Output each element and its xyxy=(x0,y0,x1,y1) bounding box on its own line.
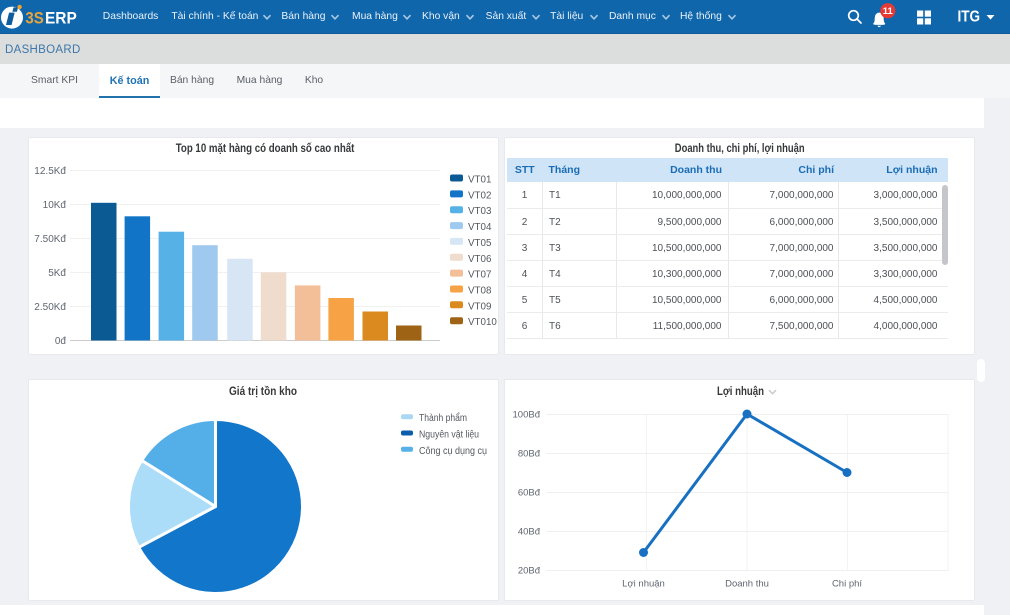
svg-text:20Bđ: 20Bđ xyxy=(518,566,541,577)
svg-text:VT01: VT01 xyxy=(468,175,491,186)
svg-text:VT08: VT08 xyxy=(468,286,492,297)
svg-text:12.5Kđ: 12.5Kđ xyxy=(34,166,66,177)
svg-text:80Bđ: 80Bđ xyxy=(518,449,541,460)
svg-text:5Kđ: 5Kđ xyxy=(48,268,66,279)
svg-text:Doanh thu, chi phí, lợi nhuận: Doanh thu, chi phí, lợi nhuận xyxy=(675,143,805,155)
svg-text:Thành phẩm: Thành phẩm xyxy=(419,412,467,424)
svg-text:Công cụ dụng cụ: Công cụ dụng cụ xyxy=(419,446,487,457)
svg-text:Lợi nhuận: Lợi nhuận xyxy=(717,386,764,398)
svg-text:ERP: ERP xyxy=(45,9,77,28)
svg-text:VT06: VT06 xyxy=(468,254,492,265)
svg-text:ITG: ITG xyxy=(958,9,981,26)
svg-text:VT09: VT09 xyxy=(468,301,491,312)
svg-text:40Bđ: 40Bđ xyxy=(518,527,541,538)
svg-text:60Bđ: 60Bđ xyxy=(518,488,541,499)
svg-text:Chi phí: Chi phí xyxy=(832,579,862,590)
svg-text:Lợi nhuận: Lợi nhuận xyxy=(622,579,665,590)
svg-text:100Bđ: 100Bđ xyxy=(513,410,541,421)
svg-text:VT07: VT07 xyxy=(468,270,491,281)
svg-text:Giá trị tồn kho: Giá trị tồn kho xyxy=(229,386,297,398)
svg-text:11: 11 xyxy=(883,6,894,17)
svg-text:VT05: VT05 xyxy=(468,238,492,249)
svg-text:VT03: VT03 xyxy=(468,206,492,217)
svg-text:2.50Kđ: 2.50Kđ xyxy=(34,302,66,313)
svg-text:Doanh thu: Doanh thu xyxy=(725,579,769,590)
svg-text:3S: 3S xyxy=(25,9,43,28)
svg-text:Top 10 mặt hàng có doanh số ca: Top 10 mặt hàng có doanh số cao nhất xyxy=(176,143,355,155)
svg-text:VT010: VT010 xyxy=(468,317,497,328)
svg-text:7.50Kđ: 7.50Kđ xyxy=(34,234,66,245)
svg-text:10Kđ: 10Kđ xyxy=(43,200,67,211)
svg-text:0đ: 0đ xyxy=(55,336,67,347)
svg-text:VT02: VT02 xyxy=(468,190,491,201)
svg-text:Nguyên vật liệu: Nguyên vật liệu xyxy=(419,430,479,441)
svg-text:VT04: VT04 xyxy=(468,222,492,233)
